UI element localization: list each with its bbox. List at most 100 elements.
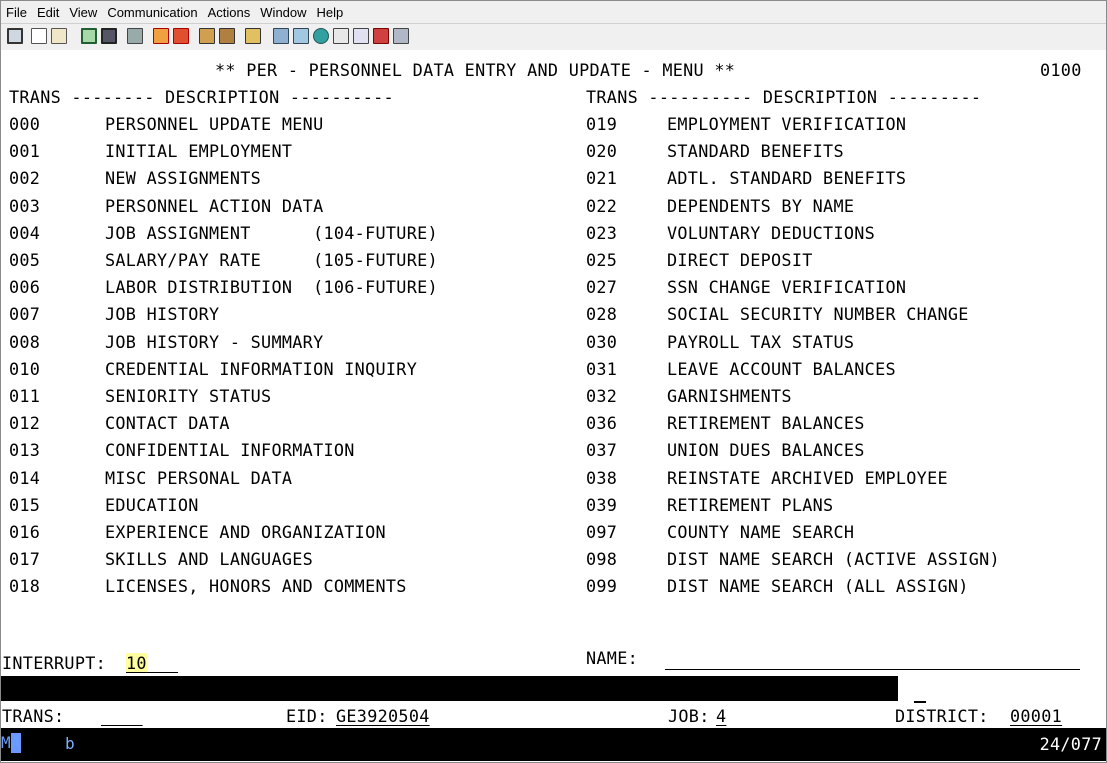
option-code: 099	[586, 576, 618, 597]
option-description: INITIAL EMPLOYMENT	[105, 141, 293, 162]
clipboard-icon[interactable]	[273, 28, 289, 44]
option-description: RETIREMENT PLANS	[667, 494, 834, 515]
option-code: 018	[9, 576, 41, 597]
option-code: 012	[9, 413, 41, 434]
option-description: EXPERIENCE AND ORGANIZATION	[105, 522, 386, 542]
hierarchy-icon[interactable]	[313, 28, 329, 44]
option-code: 021	[586, 168, 618, 189]
option-code: 000	[9, 114, 41, 134]
job-label: JOB:	[668, 706, 710, 726]
receive-icon[interactable]	[101, 28, 117, 44]
option-description: PERSONNEL ACTION DATA	[105, 195, 324, 216]
stop-icon[interactable]	[199, 28, 215, 44]
interrupt-field[interactable]: 10	[126, 653, 178, 673]
option-description: SOCIAL SECURITY NUMBER CHANGE	[667, 304, 969, 325]
option-description: EMPLOYMENT VERIFICATION	[667, 114, 907, 134]
send-icon[interactable]	[81, 28, 97, 44]
play-icon[interactable]	[173, 28, 189, 44]
paste-icon[interactable]	[51, 28, 67, 44]
eid-value[interactable]: GE3920504	[336, 706, 430, 726]
option-description: NEW ASSIGNMENTS	[105, 168, 262, 189]
option-description: CREDENTIAL INFORMATION INQUIRY	[105, 358, 418, 379]
edit-icon[interactable]	[393, 28, 409, 44]
option-description: JOB HISTORY - SUMMARY	[105, 331, 324, 352]
option-code: 020	[586, 141, 618, 162]
option-code: 038	[586, 467, 618, 488]
option-code: 036	[586, 413, 618, 434]
option-description: LABOR DISTRIBUTION (106-FUTURE)	[105, 277, 438, 298]
menu-help[interactable]: Help	[312, 5, 349, 20]
transfer-up-icon[interactable]	[219, 28, 235, 44]
district-label: DISTRICT:	[895, 706, 989, 726]
option-code: 027	[586, 277, 618, 298]
option-description: STANDARD BENEFITS	[667, 141, 844, 162]
option-code: 017	[9, 549, 41, 570]
screen-icon[interactable]	[7, 28, 23, 44]
option-code: 013	[9, 440, 41, 461]
macro-icon[interactable]	[127, 28, 143, 44]
status-bar: MA b 24/077	[1, 728, 1106, 761]
text-cursor	[914, 701, 926, 703]
interrupt-label: INTERRUPT:	[2, 653, 107, 673]
status-mode: MA	[1, 733, 21, 752]
option-description: VOLUNTARY DEDUCTIONS	[667, 222, 876, 243]
keys-icon[interactable]	[373, 28, 389, 44]
option-code: 031	[586, 358, 618, 379]
transfer-down-icon[interactable]	[245, 28, 261, 44]
option-description: DIST NAME SEARCH (ACTIVE ASSIGN)	[667, 549, 1000, 570]
tools-icon[interactable]	[353, 28, 369, 44]
option-code: 006	[9, 277, 41, 298]
option-description: ADTL. STANDARD BENEFITS	[667, 168, 907, 189]
option-description: JOB ASSIGNMENT (104-FUTURE)	[105, 222, 438, 243]
option-code: 015	[9, 494, 41, 515]
right-column-header: TRANS ---------- DESCRIPTION ---------	[586, 87, 982, 107]
page-title: ** PER - PERSONNEL DATA ENTRY AND UPDATE…	[215, 60, 736, 80]
option-description: SALARY/PAY RATE (105-FUTURE)	[105, 250, 438, 270]
option-code: 016	[9, 522, 41, 542]
option-description: SSN CHANGE VERIFICATION	[667, 277, 907, 298]
eid-label: EID:	[286, 706, 328, 726]
option-description: DIRECT DEPOSIT	[667, 250, 813, 270]
option-description: LICENSES, HONORS AND COMMENTS	[105, 576, 407, 597]
option-code: 005	[9, 250, 41, 270]
option-code: 030	[586, 331, 618, 352]
option-description: SKILLS AND LANGUAGES	[105, 549, 314, 570]
option-code: 039	[586, 494, 618, 515]
globe-icon[interactable]	[333, 28, 349, 44]
job-value[interactable]: 4	[716, 706, 726, 726]
menu-window[interactable]: Window	[255, 5, 311, 20]
option-code: 004	[9, 222, 41, 243]
screen-id: 0100	[1040, 60, 1082, 80]
option-description: COUNTY NAME SEARCH	[667, 522, 855, 542]
name-input[interactable]	[667, 648, 1077, 668]
option-description: CONFIDENTIAL INFORMATION	[105, 440, 355, 461]
option-description: MISC PERSONAL DATA	[105, 467, 293, 488]
option-code: 019	[586, 114, 618, 134]
network-icon[interactable]	[293, 28, 309, 44]
option-description: JOB HISTORY	[105, 304, 220, 325]
option-code: 002	[9, 168, 41, 189]
copy-icon[interactable]	[31, 28, 47, 44]
menu-view[interactable]: View	[64, 5, 102, 20]
trans-input[interactable]	[101, 706, 145, 726]
interrupt-value: 10	[126, 653, 147, 673]
option-code: 003	[9, 195, 41, 216]
option-description: LEAVE ACCOUNT BALANCES	[667, 358, 896, 379]
option-code: 097	[586, 522, 618, 542]
option-code: 023	[586, 222, 618, 243]
option-description: SENIORITY STATUS	[105, 386, 272, 406]
menu-communication[interactable]: Communication	[102, 5, 202, 20]
district-value[interactable]: 00001	[1010, 706, 1062, 726]
option-code: 025	[586, 250, 618, 270]
option-code: 001	[9, 141, 41, 162]
option-description: RETIREMENT BALANCES	[667, 413, 865, 434]
option-code: 028	[586, 304, 618, 325]
option-description: CONTACT DATA	[105, 413, 230, 434]
option-description: PERSONNEL UPDATE MENU	[105, 114, 324, 134]
menu-actions[interactable]: Actions	[203, 5, 256, 20]
option-code: 007	[9, 304, 41, 325]
menu-file[interactable]: File	[1, 5, 32, 20]
record-icon[interactable]	[153, 28, 169, 44]
menu-edit[interactable]: Edit	[32, 5, 64, 20]
option-description: PAYROLL TAX STATUS	[667, 331, 855, 352]
